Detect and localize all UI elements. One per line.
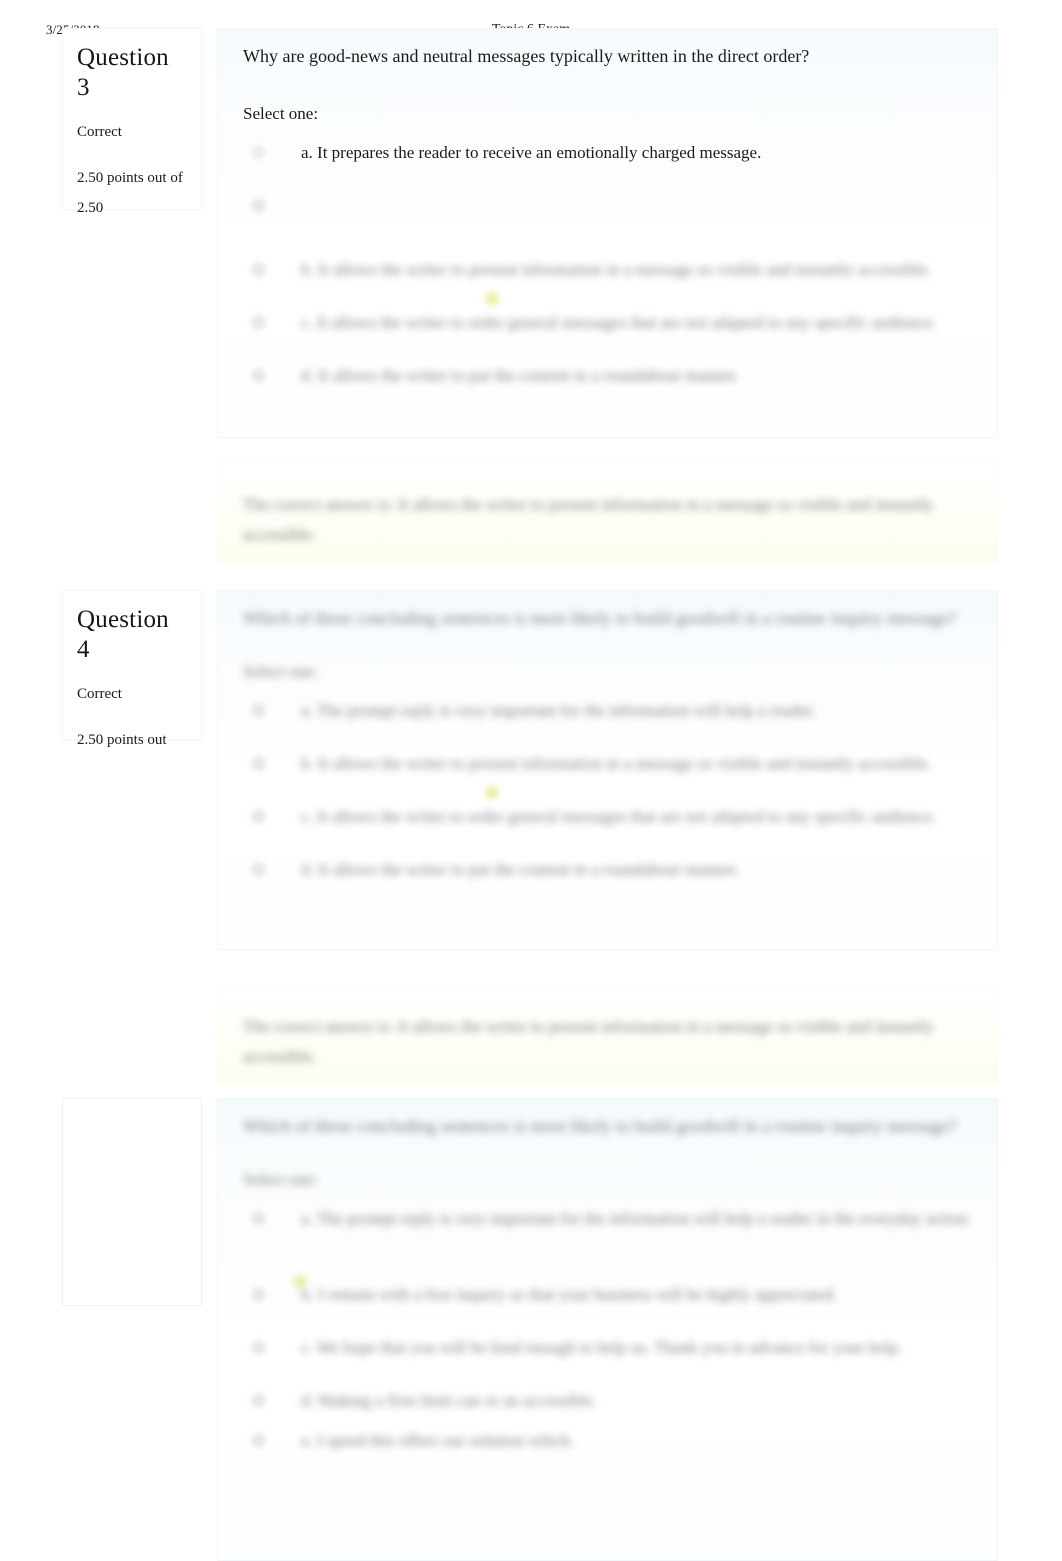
radio-button-icon[interactable] (251, 145, 266, 160)
answer-list-5: a. The prompt reply is very important fo… (243, 1204, 975, 1456)
radio-button-icon[interactable] (251, 809, 266, 824)
question-info-panel-4: Question 4 Correct 2.50 points out (62, 590, 202, 748)
question-content-3: Why are good-news and neutral messages t… (217, 28, 998, 438)
question-text-4: Which of these concluding sentences is m… (243, 608, 957, 628)
answer-option[interactable]: c. It allows the writer to order general… (243, 802, 975, 832)
question-state-3: Correct (77, 124, 122, 140)
radio-button-icon[interactable] (251, 315, 266, 330)
answer-option-label: d. It allows the writer to put the conte… (301, 860, 740, 879)
answer-option-label: a. The prompt reply is very important fo… (301, 1209, 972, 1228)
radio-button-icon[interactable] (251, 1287, 266, 1302)
select-one-label-5: Select one: (243, 1170, 319, 1189)
question-number-value: 3 (77, 74, 90, 101)
correct-answer-check-icon (483, 783, 501, 802)
answer-option-label: c. It allows the writer to order general… (301, 313, 937, 332)
question-state-4: Correct (77, 686, 122, 702)
radio-button-icon[interactable] (251, 368, 266, 383)
answer-option[interactable]: e. I speed this offers our solution whic… (243, 1426, 975, 1456)
answer-option[interactable]: d. Making a firm limit can or an accessi… (243, 1386, 975, 1416)
question-label: Question (77, 44, 169, 71)
radio-button-icon[interactable] (251, 1393, 266, 1408)
question-feedback-4: The correct answer is: It allows the wri… (217, 985, 998, 1085)
question-grade-3: 2.50 points out of 2.50 (77, 170, 183, 216)
question-text-5: Which of these concluding sentences is m… (243, 1116, 957, 1136)
question-content-5: Which of these concluding sentences is m… (217, 1098, 998, 1561)
question-feedback-3: The correct answer is: It allows the wri… (217, 463, 998, 563)
quiz-review-page: 3/25/2018 Topic 6 Exam Question 3 Correc… (0, 0, 1062, 1561)
answer-option-label: b. I remain with a free inquiry so that … (301, 1285, 838, 1304)
question-number-3: Question 3 (77, 43, 187, 103)
answer-option-label: d. It allows the writer to put the conte… (301, 366, 740, 385)
answer-option[interactable]: a. The prompt reply is very important fo… (243, 1204, 975, 1291)
answer-option[interactable]: a. It prepares the reader to receive an … (243, 138, 975, 168)
question-number-value: 4 (77, 636, 90, 663)
answer-option-label: d. Making a firm limit can or an accessi… (301, 1391, 597, 1410)
radio-button-icon[interactable] (251, 198, 266, 213)
question-info-panel-5 (62, 1098, 202, 1306)
radio-button-icon[interactable] (251, 1433, 266, 1448)
answer-option-label: c. We hope that you will be kind enough … (301, 1338, 902, 1357)
question-label: Question (77, 606, 169, 633)
question-text-3: Why are good-news and neutral messages t… (243, 46, 810, 66)
answer-option[interactable]: c. It allows the writer to order general… (243, 308, 975, 338)
radio-button-icon[interactable] (251, 1211, 266, 1226)
answer-list-3: a. It prepares the reader to receive an … (243, 138, 975, 391)
radio-button-icon[interactable] (251, 756, 266, 771)
answer-option[interactable]: b. It allows the writer to present infor… (243, 749, 975, 802)
select-one-label-4: Select one: (243, 662, 319, 681)
question-grade-4: 2.50 points out (77, 732, 167, 748)
feedback-text: The correct answer is: It allows the wri… (243, 1017, 934, 1066)
answer-option[interactable]: c. We hope that you will be kind enough … (243, 1333, 975, 1363)
answer-list-4: a. The prompt reply is very important fo… (243, 696, 975, 885)
answer-option-label: a. The prompt reply is very important fo… (301, 701, 816, 720)
question-info-panel-3: Question 3 Correct 2.50 points out of 2.… (62, 28, 202, 216)
answer-option[interactable]: d. It allows the writer to put the conte… (243, 855, 975, 885)
radio-button-icon[interactable] (251, 862, 266, 877)
answer-option-label: c. It allows the writer to order general… (301, 807, 937, 826)
radio-button-icon[interactable] (251, 703, 266, 718)
answer-option-label: b. It allows the writer to present infor… (301, 260, 932, 279)
question-content-4: Which of these concluding sentences is m… (217, 590, 998, 950)
answer-option[interactable]: b. I remain with a free inquiry so that … (243, 1280, 975, 1310)
radio-button-icon[interactable] (251, 1340, 266, 1355)
feedback-text: The correct answer is: It allows the wri… (243, 495, 934, 544)
select-one-label-3: Select one: (243, 104, 319, 123)
answer-option[interactable]: a. The prompt reply is very important fo… (243, 696, 975, 726)
question-number-4: Question 4 (77, 605, 187, 665)
answer-option-label: b. It allows the writer to present infor… (301, 754, 932, 773)
answer-option-label: e. I speed this offers our solution whic… (301, 1431, 575, 1450)
correct-answer-check-icon (483, 289, 501, 308)
answer-option[interactable] (243, 191, 975, 213)
answer-option[interactable]: d. It allows the writer to put the conte… (243, 361, 975, 391)
radio-button-icon[interactable] (251, 262, 266, 277)
answer-option[interactable]: b. It allows the writer to present infor… (243, 255, 975, 308)
answer-option-label: a. It prepares the reader to receive an … (301, 143, 762, 162)
